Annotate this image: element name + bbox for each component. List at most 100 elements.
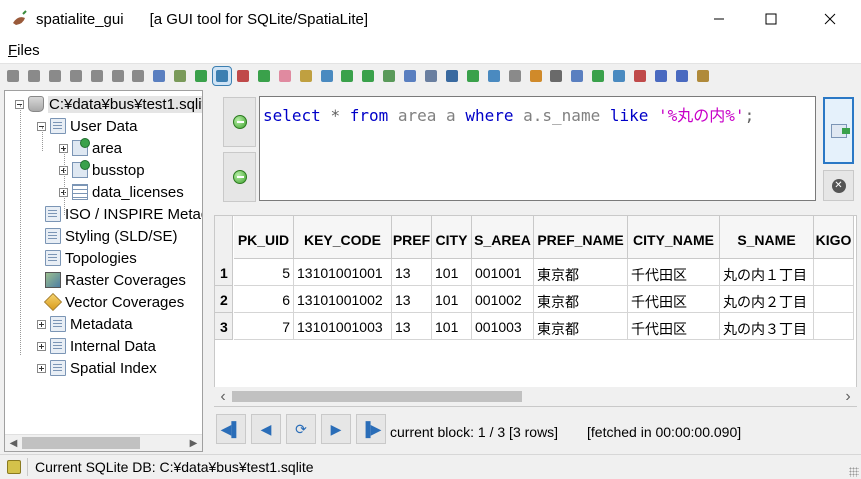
pdf-button[interactable] bbox=[631, 67, 649, 85]
table-cell[interactable]: 東京都 bbox=[534, 286, 628, 313]
column-header[interactable]: S_NAME bbox=[720, 216, 814, 259]
wfs-button[interactable] bbox=[568, 67, 586, 85]
srid-button[interactable] bbox=[506, 67, 524, 85]
table-cell[interactable]: 5 bbox=[234, 259, 294, 286]
column-header[interactable]: PREF bbox=[392, 216, 432, 259]
clear-sql-button[interactable]: ✕ bbox=[823, 170, 854, 201]
table-cell[interactable] bbox=[814, 286, 854, 313]
tree-item[interactable]: Topologies bbox=[45, 247, 137, 269]
sql-query-button[interactable] bbox=[212, 66, 232, 86]
tree-item[interactable]: area bbox=[59, 137, 122, 159]
gps-button[interactable] bbox=[422, 67, 440, 85]
first-block-button[interactable]: ◀▌ bbox=[216, 414, 246, 444]
table-cell[interactable]: 13 bbox=[392, 259, 432, 286]
table-cell[interactable]: 13 bbox=[392, 313, 432, 340]
table-cell[interactable]: 13 bbox=[392, 286, 432, 313]
virtual-csv-button[interactable] bbox=[359, 67, 377, 85]
table-cell[interactable]: 13101001002 bbox=[294, 286, 392, 313]
last-block-button[interactable]: ▐▶ bbox=[356, 414, 386, 444]
table-cell[interactable]: 丸の内２丁目 bbox=[720, 286, 814, 313]
maximize-button[interactable] bbox=[748, 0, 794, 38]
tree-item[interactable]: User Data bbox=[37, 115, 138, 137]
memory-db-button[interactable] bbox=[67, 67, 85, 85]
table-cell[interactable]: 千代田区 bbox=[628, 259, 720, 286]
table-cell[interactable]: 001001 bbox=[472, 259, 534, 286]
network-button[interactable] bbox=[380, 67, 398, 85]
vertical-splitter[interactable] bbox=[203, 90, 210, 452]
db-status-button[interactable] bbox=[610, 67, 628, 85]
resize-grip-icon[interactable] bbox=[849, 467, 859, 477]
column-header[interactable]: CITY_NAME bbox=[628, 216, 720, 259]
table-cell[interactable]: 13101001003 bbox=[294, 313, 392, 340]
table-cell[interactable] bbox=[814, 259, 854, 286]
column-header[interactable]: PK_UID bbox=[234, 216, 294, 259]
row-header[interactable]: 3 bbox=[215, 313, 233, 340]
sanitize-button[interactable] bbox=[276, 67, 294, 85]
scroll-left-icon[interactable]: ◀ bbox=[5, 435, 22, 451]
close-button[interactable] bbox=[807, 0, 853, 38]
column-header[interactable]: PREF_NAME bbox=[534, 216, 628, 259]
connect-button[interactable] bbox=[4, 67, 22, 85]
table-cell[interactable]: 7 bbox=[234, 313, 294, 340]
tree-item[interactable]: C:¥data¥bus¥test1.sqlite bbox=[15, 93, 202, 115]
about-button[interactable] bbox=[673, 67, 691, 85]
expand-icon[interactable] bbox=[37, 319, 46, 329]
dump-shp-button[interactable] bbox=[443, 67, 461, 85]
table-cell[interactable]: 101 bbox=[432, 286, 472, 313]
dump-excel-button[interactable] bbox=[464, 67, 482, 85]
charset-button[interactable] bbox=[547, 67, 565, 85]
disconnect-button[interactable] bbox=[25, 67, 43, 85]
map-button[interactable] bbox=[234, 67, 252, 85]
grid-corner[interactable] bbox=[215, 216, 233, 259]
memory-save-button[interactable] bbox=[109, 67, 127, 85]
check-geometry-button[interactable] bbox=[255, 67, 273, 85]
tree-item[interactable]: data_licenses bbox=[59, 181, 184, 203]
create-db-button[interactable] bbox=[46, 67, 64, 85]
db-tree-panel[interactable]: ◀ ▶ C:¥data¥bus¥test1.sqlite User Data are… bbox=[4, 90, 203, 452]
table-cell[interactable] bbox=[814, 313, 854, 340]
table-cell[interactable]: 6 bbox=[234, 286, 294, 313]
tree-horizontal-scrollbar[interactable]: ◀ ▶ bbox=[5, 434, 202, 451]
table-cell[interactable]: 千代田区 bbox=[628, 313, 720, 340]
next-block-button[interactable]: ▶ bbox=[321, 414, 351, 444]
sql-editor[interactable]: select * from area a where a.s_name like… bbox=[259, 96, 816, 201]
scroll-thumb[interactable] bbox=[22, 437, 140, 449]
table-cell[interactable]: 千代田区 bbox=[628, 286, 720, 313]
minimize-button[interactable] bbox=[696, 0, 742, 38]
tree-item[interactable]: Styling (SLD/SE) bbox=[45, 225, 178, 247]
memory-load-button[interactable] bbox=[88, 67, 106, 85]
table-cell[interactable]: 101 bbox=[432, 259, 472, 286]
tree-item[interactable]: Spatial Index bbox=[37, 357, 157, 379]
column-header[interactable]: KEY_CODE bbox=[294, 216, 392, 259]
table-cell[interactable]: 丸の内３丁目 bbox=[720, 313, 814, 340]
load-dbf-button[interactable] bbox=[297, 67, 315, 85]
help-button[interactable] bbox=[652, 67, 670, 85]
expand-icon[interactable] bbox=[37, 363, 46, 373]
table-cell[interactable]: 001003 bbox=[472, 313, 534, 340]
dump-kml-button[interactable] bbox=[485, 67, 503, 85]
scroll-thumb[interactable] bbox=[232, 391, 522, 402]
tree-item[interactable]: busstop bbox=[59, 159, 145, 181]
attach-button[interactable] bbox=[527, 67, 545, 85]
execute-script-button[interactable] bbox=[171, 67, 189, 85]
sql-history-forward-button[interactable] bbox=[223, 97, 256, 147]
expand-icon[interactable] bbox=[37, 341, 46, 351]
sql-history-back-button[interactable] bbox=[223, 152, 256, 202]
exit-button[interactable] bbox=[694, 67, 712, 85]
execute-sql-button[interactable] bbox=[823, 97, 854, 164]
refresh-button[interactable]: ⟳ bbox=[286, 414, 316, 444]
column-header[interactable]: KIGO bbox=[814, 216, 854, 259]
scroll-right-icon[interactable]: › bbox=[839, 387, 857, 406]
scroll-left-icon[interactable]: ‹ bbox=[214, 387, 232, 406]
tree-item[interactable]: ISO / INSPIRE Metadata bbox=[45, 203, 202, 225]
exif-button[interactable] bbox=[401, 67, 419, 85]
load-xl-button[interactable] bbox=[318, 67, 336, 85]
previous-block-button[interactable]: ◀ bbox=[251, 414, 281, 444]
horizontal-splitter[interactable] bbox=[210, 204, 861, 211]
tree-item[interactable]: Vector Coverages bbox=[43, 291, 184, 313]
tree-item[interactable]: Raster Coverages bbox=[45, 269, 186, 291]
load-shp-button[interactable] bbox=[192, 67, 210, 85]
column-header[interactable]: S_AREA bbox=[472, 216, 534, 259]
result-grid[interactable]: PK_UID KEY_CODE PREF CITY S_AREA PREF_NAME CIT… bbox=[214, 215, 857, 407]
table-cell[interactable]: 東京都 bbox=[534, 259, 628, 286]
